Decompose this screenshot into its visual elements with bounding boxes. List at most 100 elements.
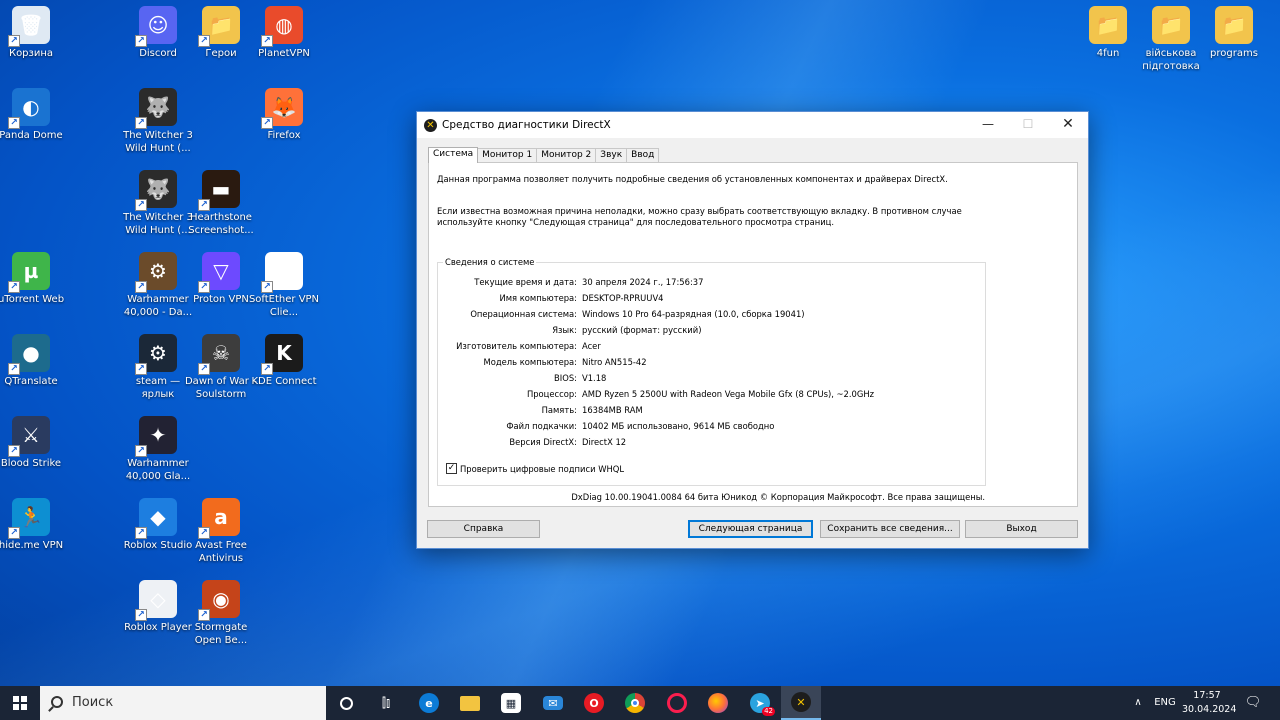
folder-military-icon: 📁 (1152, 6, 1190, 44)
desktop-shortcut[interactable]: 🏃 ↗ hide.me VPN (0, 498, 69, 552)
opera-gx-icon[interactable] (657, 686, 697, 720)
search-placeholder: Поиск (72, 695, 114, 710)
info-key: Текущие время и дата: (474, 277, 577, 287)
system-info-row: Версия DirectX: DirectX 12 (438, 437, 987, 449)
system-info-row: Модель компьютера: Nitro AN515-42 (438, 357, 987, 369)
shortcut-arrow-icon: ↗ (198, 35, 210, 47)
mail-icon[interactable]: ✉ (533, 686, 573, 720)
info-value: DESKTOP-RPRUUV4 (582, 293, 664, 303)
tab-sound[interactable]: Звук (595, 148, 628, 162)
desktop-shortcut[interactable]: ◉ ↗ Stormgate Open Be... (183, 580, 259, 647)
blood-strike-icon: ⚔ ↗ (8, 416, 50, 457)
avast-icon: a ↗ (198, 498, 240, 539)
language-indicator[interactable]: ENG (1152, 686, 1178, 720)
utorrent-icon: µ ↗ (8, 252, 50, 293)
clock-time: 17:57 (1193, 690, 1221, 701)
desktop-shortcut[interactable]: ◐ ↗ Panda Dome (0, 88, 69, 142)
desktop-shortcut[interactable]: ▬ ↗ Hearthstone Screenshot... (183, 170, 259, 237)
shortcut-arrow-icon: ↗ (135, 609, 147, 621)
warhammer-icon: ⚙ ↗ (135, 252, 177, 293)
system-info-row: Файл подкачки: 10402 МБ использовано, 961… (438, 421, 987, 433)
shortcut-arrow-icon: ↗ (261, 35, 273, 47)
minimize-button[interactable]: — (968, 112, 1008, 138)
tab-monitor-2[interactable]: Монитор 2 (536, 148, 597, 162)
store-icon[interactable]: ▦ (491, 686, 531, 720)
checkbox-box[interactable]: ✓ (446, 463, 457, 474)
hearthstone-screenshot-icon: ▬ ↗ (198, 170, 240, 211)
save-all-button[interactable]: Сохранить все сведения... (820, 520, 960, 538)
directx-diagnostic-window[interactable]: ✕ Средство диагностики DirectX — ☐ ✕ Сис… (416, 111, 1089, 549)
desktop-shortcut[interactable]: 📁 programs (1196, 6, 1272, 60)
tab-input[interactable]: Ввод (626, 148, 660, 162)
desktop-shortcut-label: Stormgate Open Be... (194, 622, 248, 646)
info-key: Язык: (552, 325, 577, 335)
telegram-icon[interactable]: ➤ 42 (740, 686, 780, 720)
desktop-shortcut-label: The Witcher 3 Wild Hunt (... (123, 130, 193, 154)
shortcut-arrow-icon: ↗ (261, 117, 273, 129)
desktop-shortcut[interactable]: 🦊 ↗ Firefox (246, 88, 322, 142)
desktop-shortcut[interactable]: K ↗ KDE Connect (246, 334, 322, 388)
notification-icon[interactable]: 🗨 (1240, 686, 1266, 720)
clock-date: 30.04.2024 (1182, 704, 1237, 715)
taskbar: Поиск ⫿⫾ e ▦ ✉ O ➤ 42 ✕ ∧ ENG 17:57 30.04… (0, 686, 1280, 720)
firefox-taskbar-icon[interactable] (698, 686, 738, 720)
desktop-shortcut-label: hide.me VPN (0, 540, 64, 551)
opera-icon[interactable]: O (574, 686, 614, 720)
help-button[interactable]: Справка (427, 520, 540, 538)
desktop-shortcut-label: Warhammer 40,000 Gla... (125, 458, 191, 482)
search-box[interactable]: Поиск (40, 686, 326, 720)
steam-icon: ⚙ ↗ (135, 334, 177, 375)
show-hidden-icons-chevron[interactable]: ∧ (1130, 686, 1146, 720)
desktop-shortcut-label: Panda Dome (0, 130, 63, 141)
chrome-icon[interactable] (615, 686, 655, 720)
tab-monitor-1[interactable]: Монитор 1 (477, 148, 538, 162)
copyright-text: DxDiag 10.00.19041.0084 64 бита Юникод ©… (571, 492, 985, 502)
system-info-row: Процессор: AMD Ryzen 5 2500U with Radeon … (438, 389, 987, 401)
witcher-icon-2: 🐺 ↗ (135, 170, 177, 211)
cortana-icon[interactable] (326, 686, 366, 720)
desktop-shortcut[interactable]: ● ↗ QTranslate (0, 334, 69, 388)
next-page-button[interactable]: Следующая страница (688, 520, 813, 538)
folder-4fun-icon: 📁 (1089, 6, 1127, 44)
desktop-shortcut[interactable]: ⚔ ↗ Blood Strike (0, 416, 69, 470)
desktop-shortcut[interactable]: a ↗ Avast Free Antivirus (183, 498, 259, 565)
planetvpn-icon: ◍ ↗ (261, 6, 303, 47)
desktop-shortcut-label: Корзина (8, 48, 54, 59)
close-button[interactable]: ✕ (1048, 112, 1088, 138)
desktop-shortcut[interactable]: 🐺 ↗ The Witcher 3 Wild Hunt (... (120, 88, 196, 155)
info-key: Изготовитель компьютера: (456, 341, 577, 351)
whql-checkbox[interactable]: ✓ Проверить цифровые подписи WHQL (446, 463, 624, 474)
start-button[interactable] (0, 686, 40, 720)
shortcut-arrow-icon: ↗ (8, 35, 20, 47)
system-info-row: Операционная система: Windows 10 Pro 64-р… (438, 309, 987, 321)
desktop-shortcut[interactable]: ◍ ↗ PlanetVPN (246, 6, 322, 60)
edge-icon[interactable]: e (409, 686, 449, 720)
group-title: Сведения о системе (443, 257, 537, 267)
witcher-icon: 🐺 ↗ (135, 88, 177, 129)
info-value: DirectX 12 (582, 437, 627, 447)
desktop-shortcut[interactable]: ● ↗ SoftEther VPN Clie... (246, 252, 322, 319)
shortcut-arrow-icon: ↗ (198, 199, 210, 211)
tab-system[interactable]: Система (428, 147, 479, 163)
info-key: Модель компьютера: (483, 357, 577, 367)
shortcut-arrow-icon: ↗ (8, 281, 20, 293)
clock[interactable]: 17:57 30.04.2024 (1182, 689, 1237, 717)
directx-taskbar-icon[interactable]: ✕ (781, 686, 821, 720)
system-tab-panel: Данная программа позволяет получить подр… (428, 162, 1078, 507)
search-icon (51, 696, 63, 708)
desktop-shortcut[interactable]: ✦ ↗ Warhammer 40,000 Gla... (120, 416, 196, 483)
desktop-shortcut[interactable]: µ ↗ uTorrent Web (0, 252, 69, 306)
task-view-icon[interactable]: ⫿⫾ (366, 686, 406, 720)
info-key: Версия DirectX: (509, 437, 577, 447)
shortcut-arrow-icon: ↗ (8, 117, 20, 129)
shortcut-arrow-icon: ↗ (261, 281, 273, 293)
info-value: Windows 10 Pro 64-разрядная (10.0, сборк… (582, 309, 805, 319)
title-bar[interactable]: ✕ Средство диагностики DirectX — ☐ ✕ (417, 112, 1088, 138)
hint-text: Если известна возможная причина неполадк… (437, 206, 962, 227)
maximize-button[interactable]: ☐ (1008, 112, 1048, 138)
file-explorer-icon[interactable] (450, 686, 490, 720)
recycle-bin-icon: 🗑 ↗ (8, 6, 50, 47)
stormgate-icon: ◉ ↗ (198, 580, 240, 621)
exit-button[interactable]: Выход (965, 520, 1078, 538)
desktop-shortcut[interactable]: 🗑 ↗ Корзина (0, 6, 69, 60)
